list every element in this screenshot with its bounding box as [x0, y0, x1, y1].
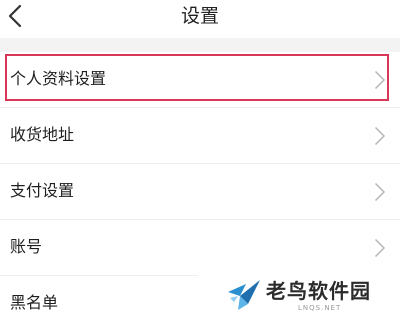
- menu-item-profile-settings[interactable]: 个人资料设置: [0, 52, 400, 108]
- menu-item-label: 黑名单: [10, 293, 59, 312]
- menu-item-label: 支付设置: [10, 181, 75, 200]
- bird-logo-icon: [228, 280, 260, 310]
- nav-bar: 设置: [0, 0, 400, 38]
- page-title: 设置: [180, 5, 219, 27]
- chevron-right-icon: [375, 239, 385, 257]
- section-divider: [0, 38, 400, 52]
- menu-item-label: 个人资料设置: [10, 69, 107, 88]
- chevron-right-icon: [375, 183, 385, 201]
- menu-item-shipping-address[interactable]: 收货地址: [0, 108, 400, 164]
- chevron-right-icon: [375, 71, 385, 89]
- watermark: 老鸟软件园 LNQS.NET: [198, 266, 400, 321]
- menu-item-payment-settings[interactable]: 支付设置: [0, 164, 400, 220]
- menu-item-label: 收货地址: [10, 125, 75, 144]
- watermark-subtext: LNQS.NET: [298, 304, 342, 312]
- watermark-text: 老鸟软件园: [266, 279, 371, 303]
- menu-item-label: 账号: [10, 237, 43, 256]
- chevron-right-icon: [375, 127, 385, 145]
- settings-screen: 设置 个人资料设置 收货地址 支付设置 账号 黑名单 老鸟软件园 LNQS.NE…: [0, 0, 400, 321]
